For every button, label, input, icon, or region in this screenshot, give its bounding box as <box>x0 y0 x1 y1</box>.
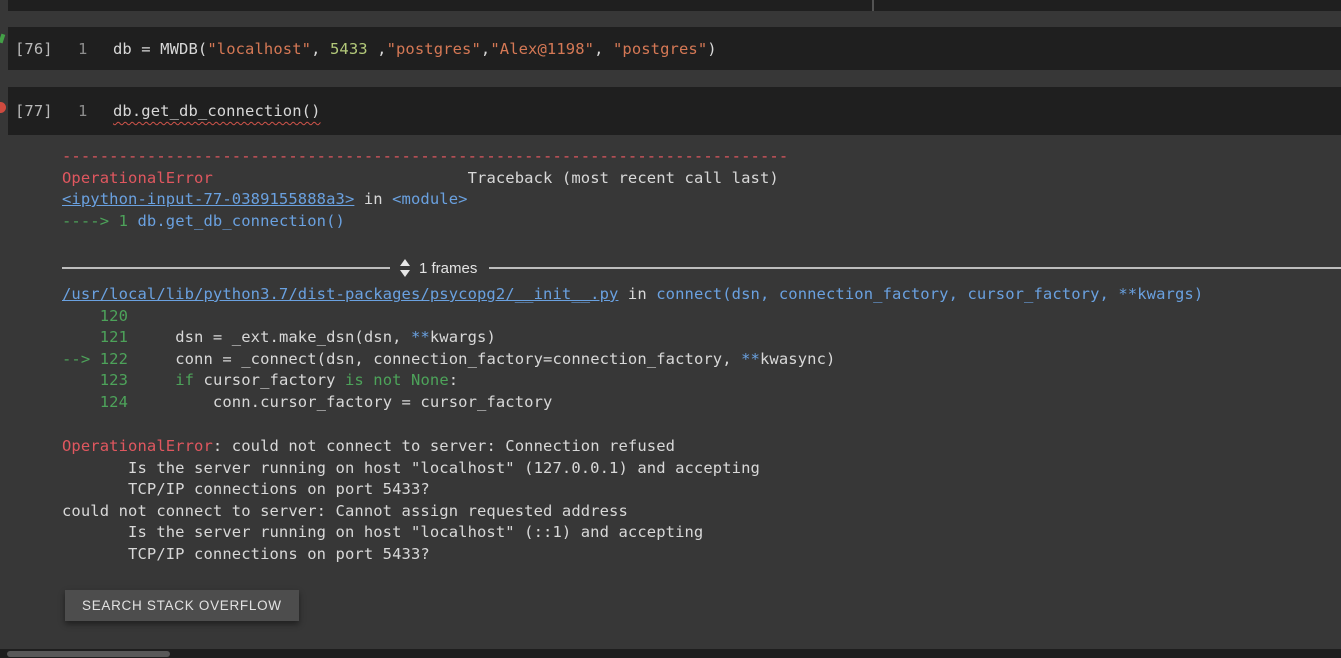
bottom-scrollbar-track <box>0 649 1341 658</box>
text-segment: Is the server running on host "localhost… <box>62 459 760 477</box>
text-segment: dsn = _ext.make_dsn(dsn, <box>137 328 411 346</box>
cell-success-indicator-icon <box>0 34 5 44</box>
notebook-page: [76] 1 db = MWDB("localhost", 5433 ,"pos… <box>0 0 1341 658</box>
text-segment: ** <box>411 328 430 346</box>
text-segment: ----> 1 <box>62 212 137 230</box>
text-segment: "postgres" <box>613 40 707 58</box>
text-segment: db = MWDB( <box>113 40 207 58</box>
text-segment: in <box>354 190 392 208</box>
text-segment: 5433 <box>330 40 368 58</box>
execution-count: [76] <box>15 40 53 58</box>
text-segment: TCP/IP connections on port 5433? <box>62 545 430 563</box>
output-line: OperationalError Traceback (most recent … <box>62 168 788 190</box>
frames-count-label[interactable]: 1 frames <box>419 260 477 277</box>
pane-divider <box>872 0 874 11</box>
traceback-frame: /usr/local/lib/python3.7/dist-packages/p… <box>62 284 1203 413</box>
error-message: OperationalError: could not connect to s… <box>62 436 760 565</box>
text-segment: cursor_factory <box>194 371 345 389</box>
output-line: OperationalError: could not connect to s… <box>62 436 760 458</box>
text-segment: in <box>618 285 656 303</box>
text-segment: : could not connect to server: Connectio… <box>213 437 675 455</box>
output-line: 121 dsn = _ext.make_dsn(dsn, **kwargs) <box>62 327 1203 349</box>
output-line: /usr/local/lib/python3.7/dist-packages/p… <box>62 284 1203 306</box>
text-segment <box>137 371 175 389</box>
frames-divider[interactable]: 1 frames <box>62 257 1341 279</box>
output-line: TCP/IP connections on port 5433? <box>62 544 760 566</box>
text-segment: "postgres" <box>387 40 481 58</box>
text-segment: , <box>311 40 330 58</box>
search-stack-overflow-button[interactable]: SEARCH STACK OVERFLOW <box>65 590 299 621</box>
text-segment: if <box>175 371 194 389</box>
traceback-header: ----------------------------------------… <box>62 146 788 232</box>
output-line: Is the server running on host "localhost… <box>62 522 760 544</box>
up-down-triangles-icon[interactable] <box>399 259 411 277</box>
output-line: TCP/IP connections on port 5433? <box>62 479 760 501</box>
text-segment: kwasync) <box>760 350 835 368</box>
previous-cell-edge <box>8 0 1341 11</box>
text-segment: 121 <box>62 328 137 346</box>
output-line: could not connect to server: Cannot assi… <box>62 501 760 523</box>
line-number: 1 <box>78 40 87 58</box>
file-link[interactable]: <ipython-input-77-0389155888a3> <box>62 190 354 208</box>
code-cell-77[interactable]: [77] 1 db.get_db_connection() <box>8 87 1341 135</box>
output-line: 124 conn.cursor_factory = cursor_factory <box>62 392 1203 414</box>
output-line: Is the server running on host "localhost… <box>62 458 760 480</box>
code-editor-line[interactable]: db.get_db_connection() <box>113 102 321 120</box>
text-segment: ** <box>741 350 760 368</box>
text-segment: , <box>481 40 490 58</box>
text-segment: 120 <box>62 307 137 325</box>
divider-line <box>62 267 390 269</box>
file-link[interactable]: /usr/local/lib/python3.7/dist-packages/p… <box>62 285 618 303</box>
text-segment: TCP/IP connections on port 5433? <box>62 480 430 498</box>
horizontal-scrollbar-thumb[interactable] <box>7 651 170 657</box>
text-segment: ----------------------------------------… <box>62 147 788 165</box>
text-segment: conn.cursor_factory = cursor_factory <box>137 393 552 411</box>
text-segment: , <box>368 40 387 58</box>
code-editor-line[interactable]: db = MWDB("localhost", 5433 ,"postgres",… <box>113 40 717 58</box>
output-line: --> 122 conn = _connect(dsn, connection_… <box>62 349 1203 371</box>
divider-line <box>489 267 1341 269</box>
text-segment: connect(dsn, connection_factory, cursor_… <box>656 285 1203 303</box>
text-segment: "Alex@1198" <box>490 40 594 58</box>
text-segment: OperationalError <box>62 169 213 187</box>
text-segment: , <box>594 40 613 58</box>
text-segment: Is the server running on host "localhost… <box>62 523 703 541</box>
text-segment: conn = _connect(dsn, connection_factory=… <box>137 350 741 368</box>
output-line: <ipython-input-77-0389155888a3> in <modu… <box>62 189 788 211</box>
text-segment: <module> <box>392 190 467 208</box>
output-line: ----> 1 db.get_db_connection() <box>62 211 788 233</box>
text-segment: "localhost" <box>207 40 311 58</box>
text-segment: --> 122 <box>62 350 137 368</box>
output-line: ----------------------------------------… <box>62 146 788 168</box>
line-number: 1 <box>78 102 87 120</box>
text-segment: kwargs) <box>430 328 496 346</box>
text-segment: OperationalError <box>62 437 213 455</box>
text-segment: could not connect to server: Cannot assi… <box>62 502 628 520</box>
text-segment: db.get_db_connection() <box>113 102 321 120</box>
text-segment: ) <box>707 40 716 58</box>
text-segment: Traceback (most recent call last) <box>213 169 779 187</box>
code-cell-76[interactable]: [76] 1 db = MWDB("localhost", 5433 ,"pos… <box>8 27 1341 70</box>
output-line: 123 if cursor_factory is not None: <box>62 370 1203 392</box>
text-segment: db.get_db_connection() <box>137 212 345 230</box>
output-line: 120 <box>62 306 1203 328</box>
cell-error-indicator-icon <box>0 102 6 113</box>
text-segment: : <box>449 371 458 389</box>
text-segment: is not None <box>345 371 449 389</box>
execution-count: [77] <box>15 102 53 120</box>
text-segment: 123 <box>62 371 137 389</box>
text-segment: 124 <box>62 393 137 411</box>
